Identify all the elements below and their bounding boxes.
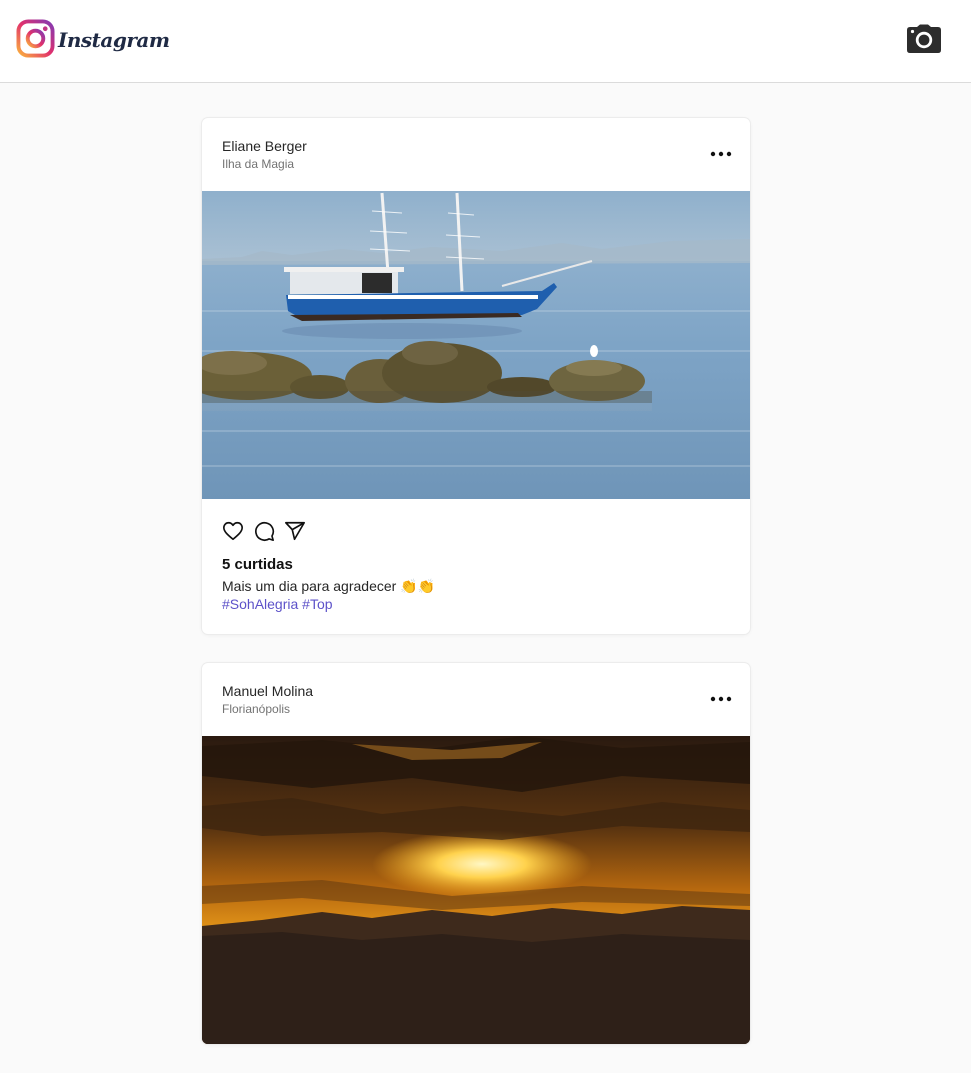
post-location[interactable]: Ilha da Magia <box>222 157 294 171</box>
post-card: Manuel Molina Florianópolis <box>202 663 750 1044</box>
top-bar: Instagram <box>0 0 971 83</box>
post-actions <box>202 499 750 559</box>
hashtag-link[interactable]: #Top <box>302 596 332 612</box>
camera-button[interactable] <box>906 24 942 54</box>
share-icon <box>285 521 305 541</box>
more-options-button[interactable] <box>710 689 732 709</box>
share-button[interactable] <box>284 520 306 542</box>
post-photo-sailboat[interactable] <box>202 191 750 499</box>
post-header: Manuel Molina Florianópolis <box>202 663 750 736</box>
like-button[interactable] <box>222 520 244 542</box>
likes-count[interactable]: 5 curtidas <box>202 557 750 573</box>
camera-icon <box>907 24 941 53</box>
comment-button[interactable] <box>253 520 275 542</box>
brand[interactable]: Instagram <box>16 19 170 58</box>
hashtags: #SohAlegria #Top <box>202 595 750 634</box>
comment-icon <box>255 521 275 541</box>
post-username[interactable]: Eliane Berger <box>222 138 307 154</box>
hashtag-link[interactable]: #SohAlegria <box>222 596 298 612</box>
brand-wordmark: Instagram <box>58 27 170 52</box>
instagram-logo-icon <box>16 19 55 58</box>
heart-icon <box>223 521 243 541</box>
more-options-button[interactable] <box>710 144 732 164</box>
feed: Eliane Berger Ilha da Magia 5 curtidas M… <box>202 118 750 1073</box>
post-username[interactable]: Manuel Molina <box>222 683 313 699</box>
more-options-icon <box>710 696 732 702</box>
post-card: Eliane Berger Ilha da Magia 5 curtidas M… <box>202 118 750 634</box>
more-options-icon <box>710 151 732 157</box>
post-location[interactable]: Florianópolis <box>222 702 290 716</box>
post-header: Eliane Berger Ilha da Magia <box>202 118 750 191</box>
post-photo-sunset[interactable] <box>202 736 750 1044</box>
post-caption: Mais um dia para agradecer 👏👏 <box>222 578 436 594</box>
